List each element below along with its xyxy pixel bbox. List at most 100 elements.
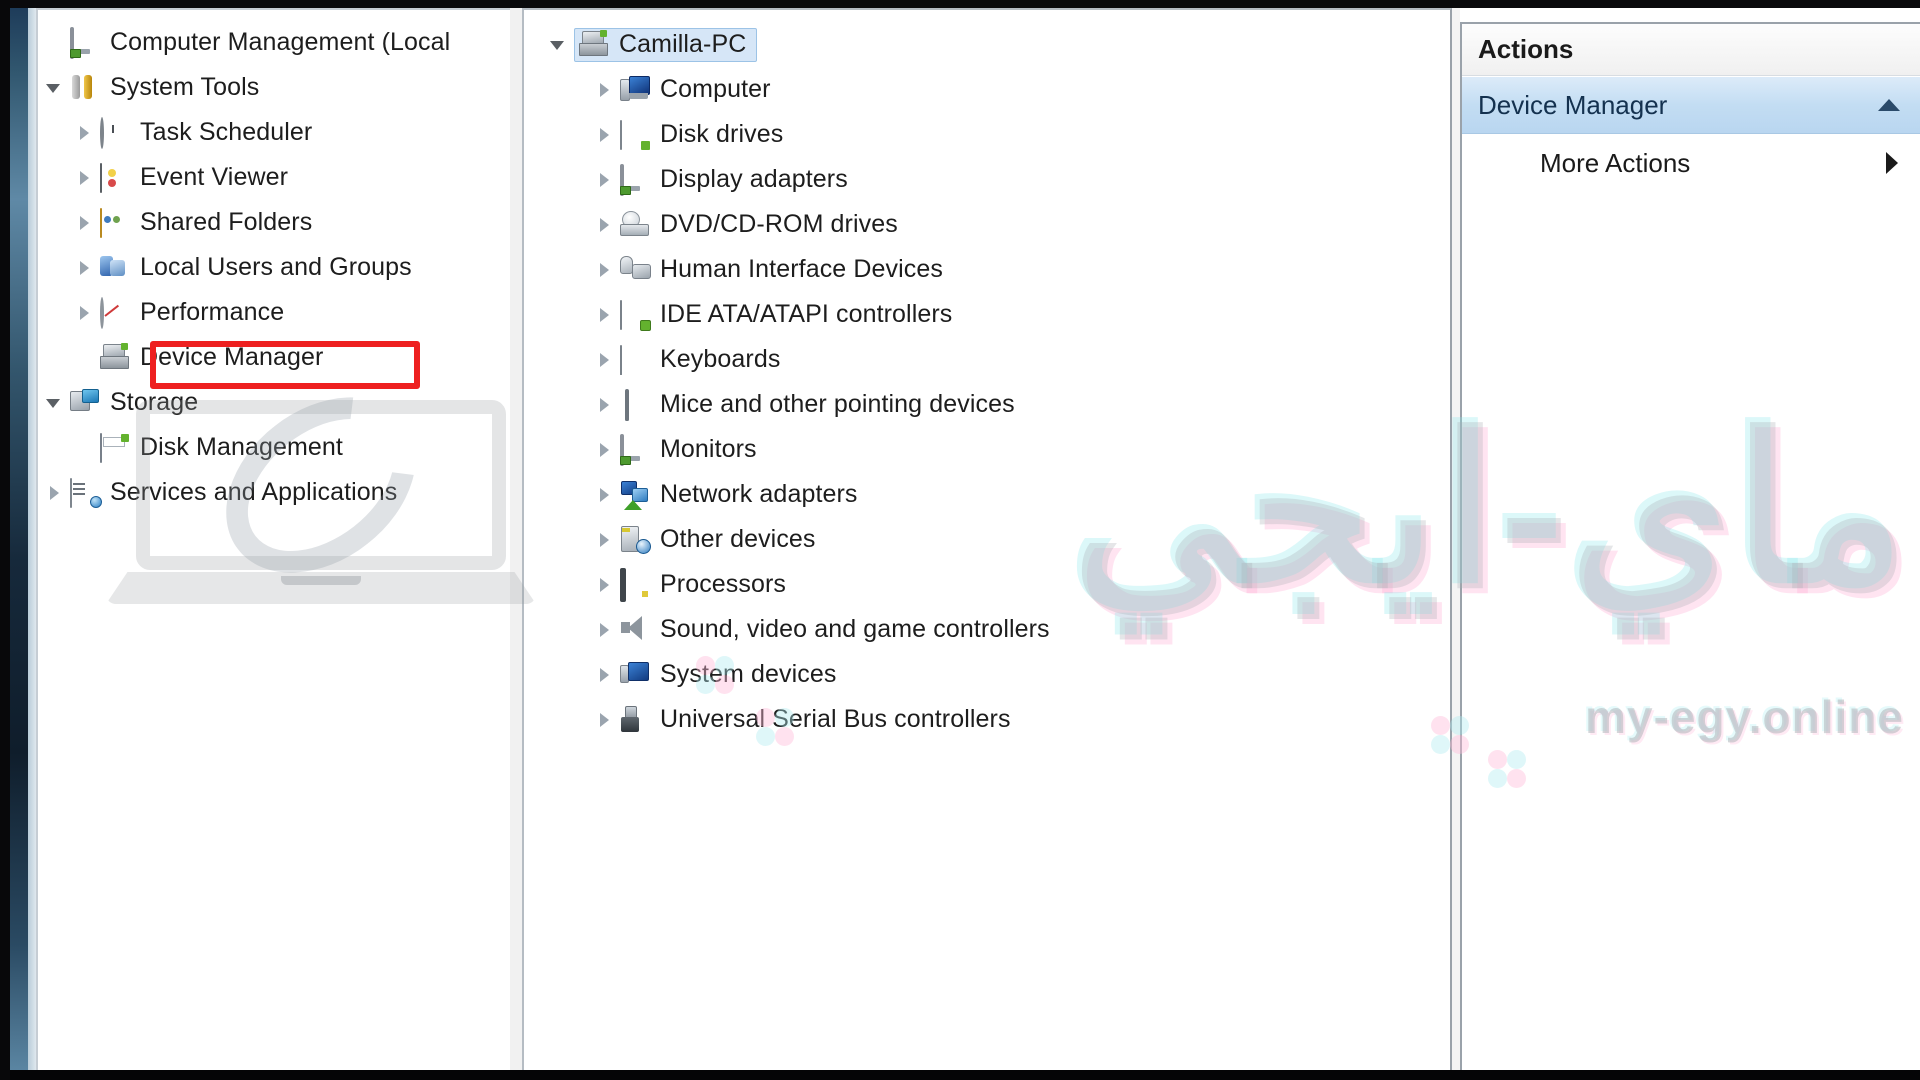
top-letterbox bbox=[0, 0, 1920, 8]
chevron-up-icon[interactable] bbox=[1878, 99, 1900, 111]
expand-chevron-icon[interactable] bbox=[74, 257, 96, 279]
shared-folders-icon bbox=[100, 207, 130, 238]
device-category-item[interactable]: Computer bbox=[532, 67, 1450, 112]
device-category-label: Network adapters bbox=[660, 480, 858, 508]
device-category-item[interactable]: System devices bbox=[532, 652, 1450, 697]
expand-chevron-icon[interactable] bbox=[594, 574, 616, 596]
device-category-item[interactable]: IDE ATA/ATAPI controllers bbox=[532, 292, 1450, 337]
console-tree-item[interactable]: Device Manager bbox=[38, 335, 510, 380]
expand-chevron-icon[interactable] bbox=[74, 302, 96, 324]
panel-splitter-right[interactable] bbox=[1452, 8, 1460, 1072]
device-tree-root[interactable]: Camilla-PC bbox=[532, 22, 1450, 67]
device-category-item[interactable]: Mice and other pointing devices bbox=[532, 382, 1450, 427]
expand-chevron-icon[interactable] bbox=[594, 394, 616, 416]
device-tree[interactable]: Camilla-PC Computer Disk drives Display ad… bbox=[524, 10, 1450, 742]
expand-chevron-icon[interactable] bbox=[44, 482, 66, 504]
expand-chevron-icon[interactable] bbox=[44, 392, 66, 414]
console-tree-item[interactable]: System Tools bbox=[38, 65, 510, 110]
expand-chevron-icon[interactable] bbox=[594, 439, 616, 461]
console-tree-item-label: Computer Management (Local bbox=[110, 28, 451, 56]
console-tree-item[interactable]: Shared Folders bbox=[38, 200, 510, 245]
device-category-item[interactable]: Processors bbox=[532, 562, 1450, 607]
hid-icon bbox=[620, 256, 650, 284]
console-tree-item[interactable]: Performance bbox=[38, 290, 510, 335]
device-category-label: Universal Serial Bus controllers bbox=[660, 705, 1011, 733]
device-category-item[interactable]: Sound, video and game controllers bbox=[532, 607, 1450, 652]
device-manager-icon bbox=[100, 342, 130, 372]
computer-management-window: Computer Management (Local System Tools Ta… bbox=[36, 8, 1920, 1072]
device-category-item[interactable]: Network adapters bbox=[532, 472, 1450, 517]
device-category-item[interactable]: Disk drives bbox=[532, 112, 1450, 157]
device-category-item[interactable]: DVD/CD-ROM drives bbox=[532, 202, 1450, 247]
console-tree-item-label: Performance bbox=[140, 298, 285, 326]
console-tree-item[interactable]: Task Scheduler bbox=[38, 110, 510, 155]
console-tree-item[interactable]: Event Viewer bbox=[38, 155, 510, 200]
console-tree-item-label: Storage bbox=[110, 388, 199, 416]
disk-drive-icon bbox=[620, 119, 650, 150]
device-category-list[interactable]: Computer Disk drives Display adapters DVD/C… bbox=[532, 67, 1450, 742]
panel-splitter-left[interactable] bbox=[510, 8, 522, 1072]
device-category-label: Mice and other pointing devices bbox=[660, 390, 1015, 418]
console-tree-item[interactable]: Computer Management (Local bbox=[38, 20, 510, 65]
selected-root-node[interactable]: Camilla-PC bbox=[574, 27, 758, 62]
expand-chevron-icon[interactable] bbox=[594, 664, 616, 686]
screenshot-root: Computer Management (Local System Tools Ta… bbox=[0, 0, 1920, 1080]
computer-management-icon bbox=[70, 26, 100, 59]
expand-chevron-icon[interactable] bbox=[594, 124, 616, 146]
expand-chevron-icon[interactable] bbox=[594, 259, 616, 281]
device-category-label: Keyboards bbox=[660, 345, 781, 373]
expand-chevron-icon[interactable] bbox=[44, 77, 66, 99]
processor-icon bbox=[620, 567, 650, 602]
chevron-right-icon[interactable] bbox=[1886, 152, 1898, 174]
device-category-label: System devices bbox=[660, 660, 837, 688]
device-category-item[interactable]: Other devices bbox=[532, 517, 1450, 562]
task-scheduler-icon bbox=[100, 116, 130, 149]
console-tree-item[interactable]: Services and Applications bbox=[38, 470, 510, 515]
event-viewer-icon bbox=[100, 162, 130, 193]
sound-icon bbox=[620, 616, 650, 644]
mouse-icon bbox=[620, 388, 650, 421]
device-manager-panel[interactable]: Camilla-PC Computer Disk drives Display ad… bbox=[522, 8, 1452, 1072]
services-icon bbox=[70, 477, 102, 508]
device-category-label: DVD/CD-ROM drives bbox=[660, 210, 898, 238]
expand-chevron-icon[interactable] bbox=[594, 169, 616, 191]
expand-chevron-icon[interactable] bbox=[594, 79, 616, 101]
storage-icon bbox=[70, 389, 100, 417]
expand-chevron-icon[interactable] bbox=[594, 214, 616, 236]
left-letterbox bbox=[0, 0, 10, 1080]
device-category-item[interactable]: Universal Serial Bus controllers bbox=[532, 697, 1450, 742]
system-tools-icon bbox=[70, 74, 100, 102]
expand-chevron-icon[interactable] bbox=[594, 304, 616, 326]
actions-more-actions-row[interactable]: More Actions bbox=[1462, 134, 1920, 192]
console-tree-item[interactable]: Storage bbox=[38, 380, 510, 425]
device-category-item[interactable]: Display adapters bbox=[532, 157, 1450, 202]
device-category-item[interactable]: Monitors bbox=[532, 427, 1450, 472]
device-category-label: Other devices bbox=[660, 525, 816, 553]
ide-controller-icon bbox=[620, 299, 651, 331]
expand-chevron-icon[interactable] bbox=[594, 349, 616, 371]
actions-device-manager-row[interactable]: Device Manager bbox=[1462, 76, 1920, 134]
expand-chevron-icon bbox=[74, 347, 96, 369]
keyboard-icon bbox=[620, 344, 650, 375]
actions-panel[interactable]: Actions Device Manager More Actions bbox=[1460, 22, 1920, 1072]
expand-chevron-icon[interactable] bbox=[74, 122, 96, 144]
expand-chevron-icon[interactable] bbox=[74, 167, 96, 189]
other-devices-icon bbox=[620, 526, 651, 554]
expand-chevron-icon[interactable] bbox=[594, 709, 616, 731]
console-tree-item[interactable]: Local Users and Groups bbox=[38, 245, 510, 290]
performance-icon bbox=[100, 296, 130, 329]
console-tree-item[interactable]: Disk Management bbox=[38, 425, 510, 470]
expand-chevron-icon[interactable] bbox=[594, 484, 616, 506]
device-category-item[interactable]: Keyboards bbox=[532, 337, 1450, 382]
expand-chevron-icon[interactable] bbox=[594, 529, 616, 551]
device-category-label: Monitors bbox=[660, 435, 757, 463]
device-category-item[interactable]: Human Interface Devices bbox=[532, 247, 1450, 292]
bottom-letterbox bbox=[0, 1070, 1920, 1080]
console-tree[interactable]: Computer Management (Local System Tools Ta… bbox=[38, 10, 510, 515]
expand-chevron-icon[interactable] bbox=[594, 619, 616, 641]
console-tree-item-label: System Tools bbox=[110, 73, 260, 101]
expand-chevron-icon[interactable] bbox=[548, 34, 570, 56]
console-tree-panel[interactable]: Computer Management (Local System Tools Ta… bbox=[36, 8, 536, 1072]
window-left-border bbox=[28, 8, 36, 1072]
expand-chevron-icon[interactable] bbox=[74, 212, 96, 234]
